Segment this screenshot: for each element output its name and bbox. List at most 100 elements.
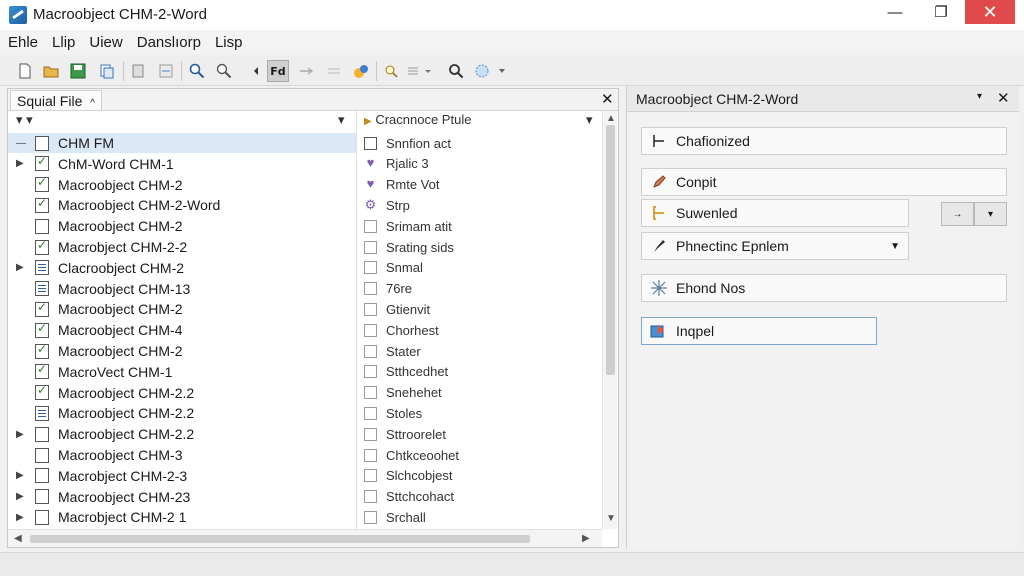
adjust-icon[interactable]	[323, 60, 345, 82]
scroll-right-icon[interactable]: ▶	[582, 533, 590, 544]
property-checkbox[interactable]	[364, 448, 377, 462]
expand-arrow-icon[interactable]: ▶	[16, 470, 26, 481]
maximize-button[interactable]: ❐	[918, 0, 964, 24]
expand-arrow-icon[interactable]: ▶	[16, 429, 26, 440]
tree-row[interactable]: ▶ Macroobject CHM-2.2	[8, 424, 356, 444]
tree-row[interactable]: — CHM FM	[8, 133, 356, 153]
property-row[interactable]: Chorhest	[362, 320, 602, 340]
property-row[interactable]: Slchcobjest	[362, 466, 602, 486]
property-checkbox[interactable]	[364, 323, 377, 337]
color-icon[interactable]	[350, 60, 372, 82]
tree-row[interactable]: ▶ Macrobject CHM-2 1	[8, 507, 356, 527]
tree-row[interactable]: ▶ ChM-Word CHM-1	[8, 154, 356, 174]
inqpel-button[interactable]: Inqpel	[641, 317, 877, 345]
menu-description[interactable]: Danslıorp	[137, 34, 201, 51]
list-icon[interactable]	[405, 60, 435, 82]
panel-close-button[interactable]: ✕	[601, 90, 614, 108]
property-checkbox[interactable]	[364, 302, 377, 316]
tree-row[interactable]: Macroobject CHM-2	[8, 175, 356, 195]
phnectinc-epnlem-dropdown[interactable]: Phnectinc Epnlem ▼	[641, 232, 909, 260]
horizontal-scrollbar[interactable]: ◀ ▶	[8, 529, 602, 547]
save-icon[interactable]	[67, 60, 89, 82]
settings-icon[interactable]	[472, 60, 508, 82]
tree-row[interactable]: Macroobject CHM-2.2	[8, 383, 356, 403]
active-tool-button[interactable]: Fd	[267, 60, 289, 82]
ehond-nos-button[interactable]: Ehond Nos	[641, 274, 1007, 302]
column-sort-arrows[interactable]: ▾ ▾	[16, 112, 33, 130]
property-checkbox[interactable]	[364, 406, 377, 420]
property-row[interactable]: Stater	[362, 341, 602, 361]
expand-arrow-icon[interactable]: ▶	[16, 262, 26, 273]
property-checkbox[interactable]	[364, 261, 377, 275]
search-doc-icon[interactable]	[380, 60, 402, 82]
search-icon[interactable]	[445, 60, 467, 82]
property-row[interactable]: Sttroorelet	[362, 424, 602, 444]
expand-arrow-icon[interactable]: ▶	[16, 158, 26, 169]
property-row[interactable]: Chtkceoohet	[362, 445, 602, 465]
scroll-up-icon[interactable]: ▲	[606, 113, 616, 124]
scroll-down-icon[interactable]: ▼	[606, 513, 616, 524]
property-row[interactable]: ⚙ Strp	[362, 195, 602, 215]
action-panel-close-button[interactable]: ✕	[997, 89, 1010, 107]
property-row[interactable]: Snmal	[362, 258, 602, 278]
arrow-icon[interactable]	[296, 60, 318, 82]
tab-special-file[interactable]: Squial File ^	[10, 90, 102, 110]
property-checkbox[interactable]	[364, 510, 377, 524]
property-row[interactable]: Snnfion act	[362, 133, 602, 153]
open-folder-icon[interactable]	[40, 60, 62, 82]
property-row[interactable]: 76re	[362, 279, 602, 299]
format-icon[interactable]	[155, 60, 177, 82]
menu-file[interactable]: Ehle	[8, 34, 38, 51]
menu-dropdown-button[interactable]: ▾	[974, 202, 1007, 226]
column-dropdown[interactable]: ▾	[338, 112, 345, 130]
expand-arrow-icon[interactable]: ▶	[16, 491, 26, 502]
tree-row[interactable]: ▶ Clacroobject CHM-2	[8, 258, 356, 278]
property-row[interactable]: Gtienvit	[362, 299, 602, 319]
property-checkbox[interactable]	[364, 490, 377, 504]
property-row[interactable]: Srating sids	[362, 237, 602, 257]
property-row[interactable]: Snehehet	[362, 383, 602, 403]
vertical-scroll-thumb[interactable]	[606, 125, 615, 375]
property-checkbox[interactable]	[364, 219, 377, 233]
property-checkbox[interactable]	[364, 365, 377, 379]
tree-row[interactable]: Macroobject CHM-2	[8, 341, 356, 361]
property-checkbox[interactable]	[364, 427, 377, 441]
tree-row[interactable]: Macroobject CHM-2	[8, 299, 356, 319]
suwenled-button[interactable]: Suwenled	[641, 199, 909, 227]
copy-icon[interactable]	[96, 60, 118, 82]
menu-view[interactable]: Uiew	[89, 34, 122, 51]
property-checkbox[interactable]	[364, 469, 377, 483]
chaptionized-button[interactable]: Chafionized	[641, 127, 1007, 155]
tree-row[interactable]: MacroVect CHM-1	[8, 362, 356, 382]
tree-row[interactable]: Macroobject CHM-3	[8, 445, 356, 465]
new-file-icon[interactable]	[14, 60, 36, 82]
property-checkbox[interactable]	[364, 344, 377, 358]
brush-icon[interactable]	[240, 60, 262, 82]
zoom-in-icon[interactable]	[186, 60, 208, 82]
scroll-left-icon[interactable]: ◀	[14, 533, 22, 544]
tree-row[interactable]: ▶ Macroobject CHM-23	[8, 487, 356, 507]
column-header-properties[interactable]: ▶ Cracnnoce Ptule	[364, 112, 471, 130]
property-row[interactable]: Srimam atit	[362, 216, 602, 236]
property-checkbox[interactable]	[364, 282, 377, 296]
expand-arrow-icon[interactable]: ▶	[16, 512, 26, 523]
tree-row[interactable]: Macrobject CHM-2-2	[8, 237, 356, 257]
menu-help[interactable]: Llip	[52, 34, 75, 51]
tree-row[interactable]: Macroobject CHM-2.2	[8, 403, 356, 423]
property-row[interactable]: Srchall	[362, 507, 602, 527]
tree-row[interactable]: Macroobject CHM-4	[8, 320, 356, 340]
tree-row[interactable]: Macroobject CHM-2-Word	[8, 195, 356, 215]
close-button[interactable]: ✕	[965, 0, 1015, 24]
conpit-button[interactable]: Conpit	[641, 168, 1007, 196]
horizontal-scroll-thumb[interactable]	[30, 535, 530, 543]
property-row[interactable]: Sttchcohact	[362, 487, 602, 507]
menu-usp[interactable]: Lisp	[215, 34, 243, 51]
property-row[interactable]: ♥ Rmte Vot	[362, 175, 602, 195]
paste-icon[interactable]	[128, 60, 150, 82]
property-row[interactable]: Stoles	[362, 403, 602, 423]
property-checkbox[interactable]	[364, 240, 377, 254]
tree-row[interactable]: ▶ Macrobject CHM-2-3	[8, 466, 356, 486]
forward-button[interactable]: →	[941, 202, 974, 226]
panel-menu-icon[interactable]: ▾	[977, 91, 982, 102]
tree-row[interactable]: Macroobject CHM-2	[8, 216, 356, 236]
